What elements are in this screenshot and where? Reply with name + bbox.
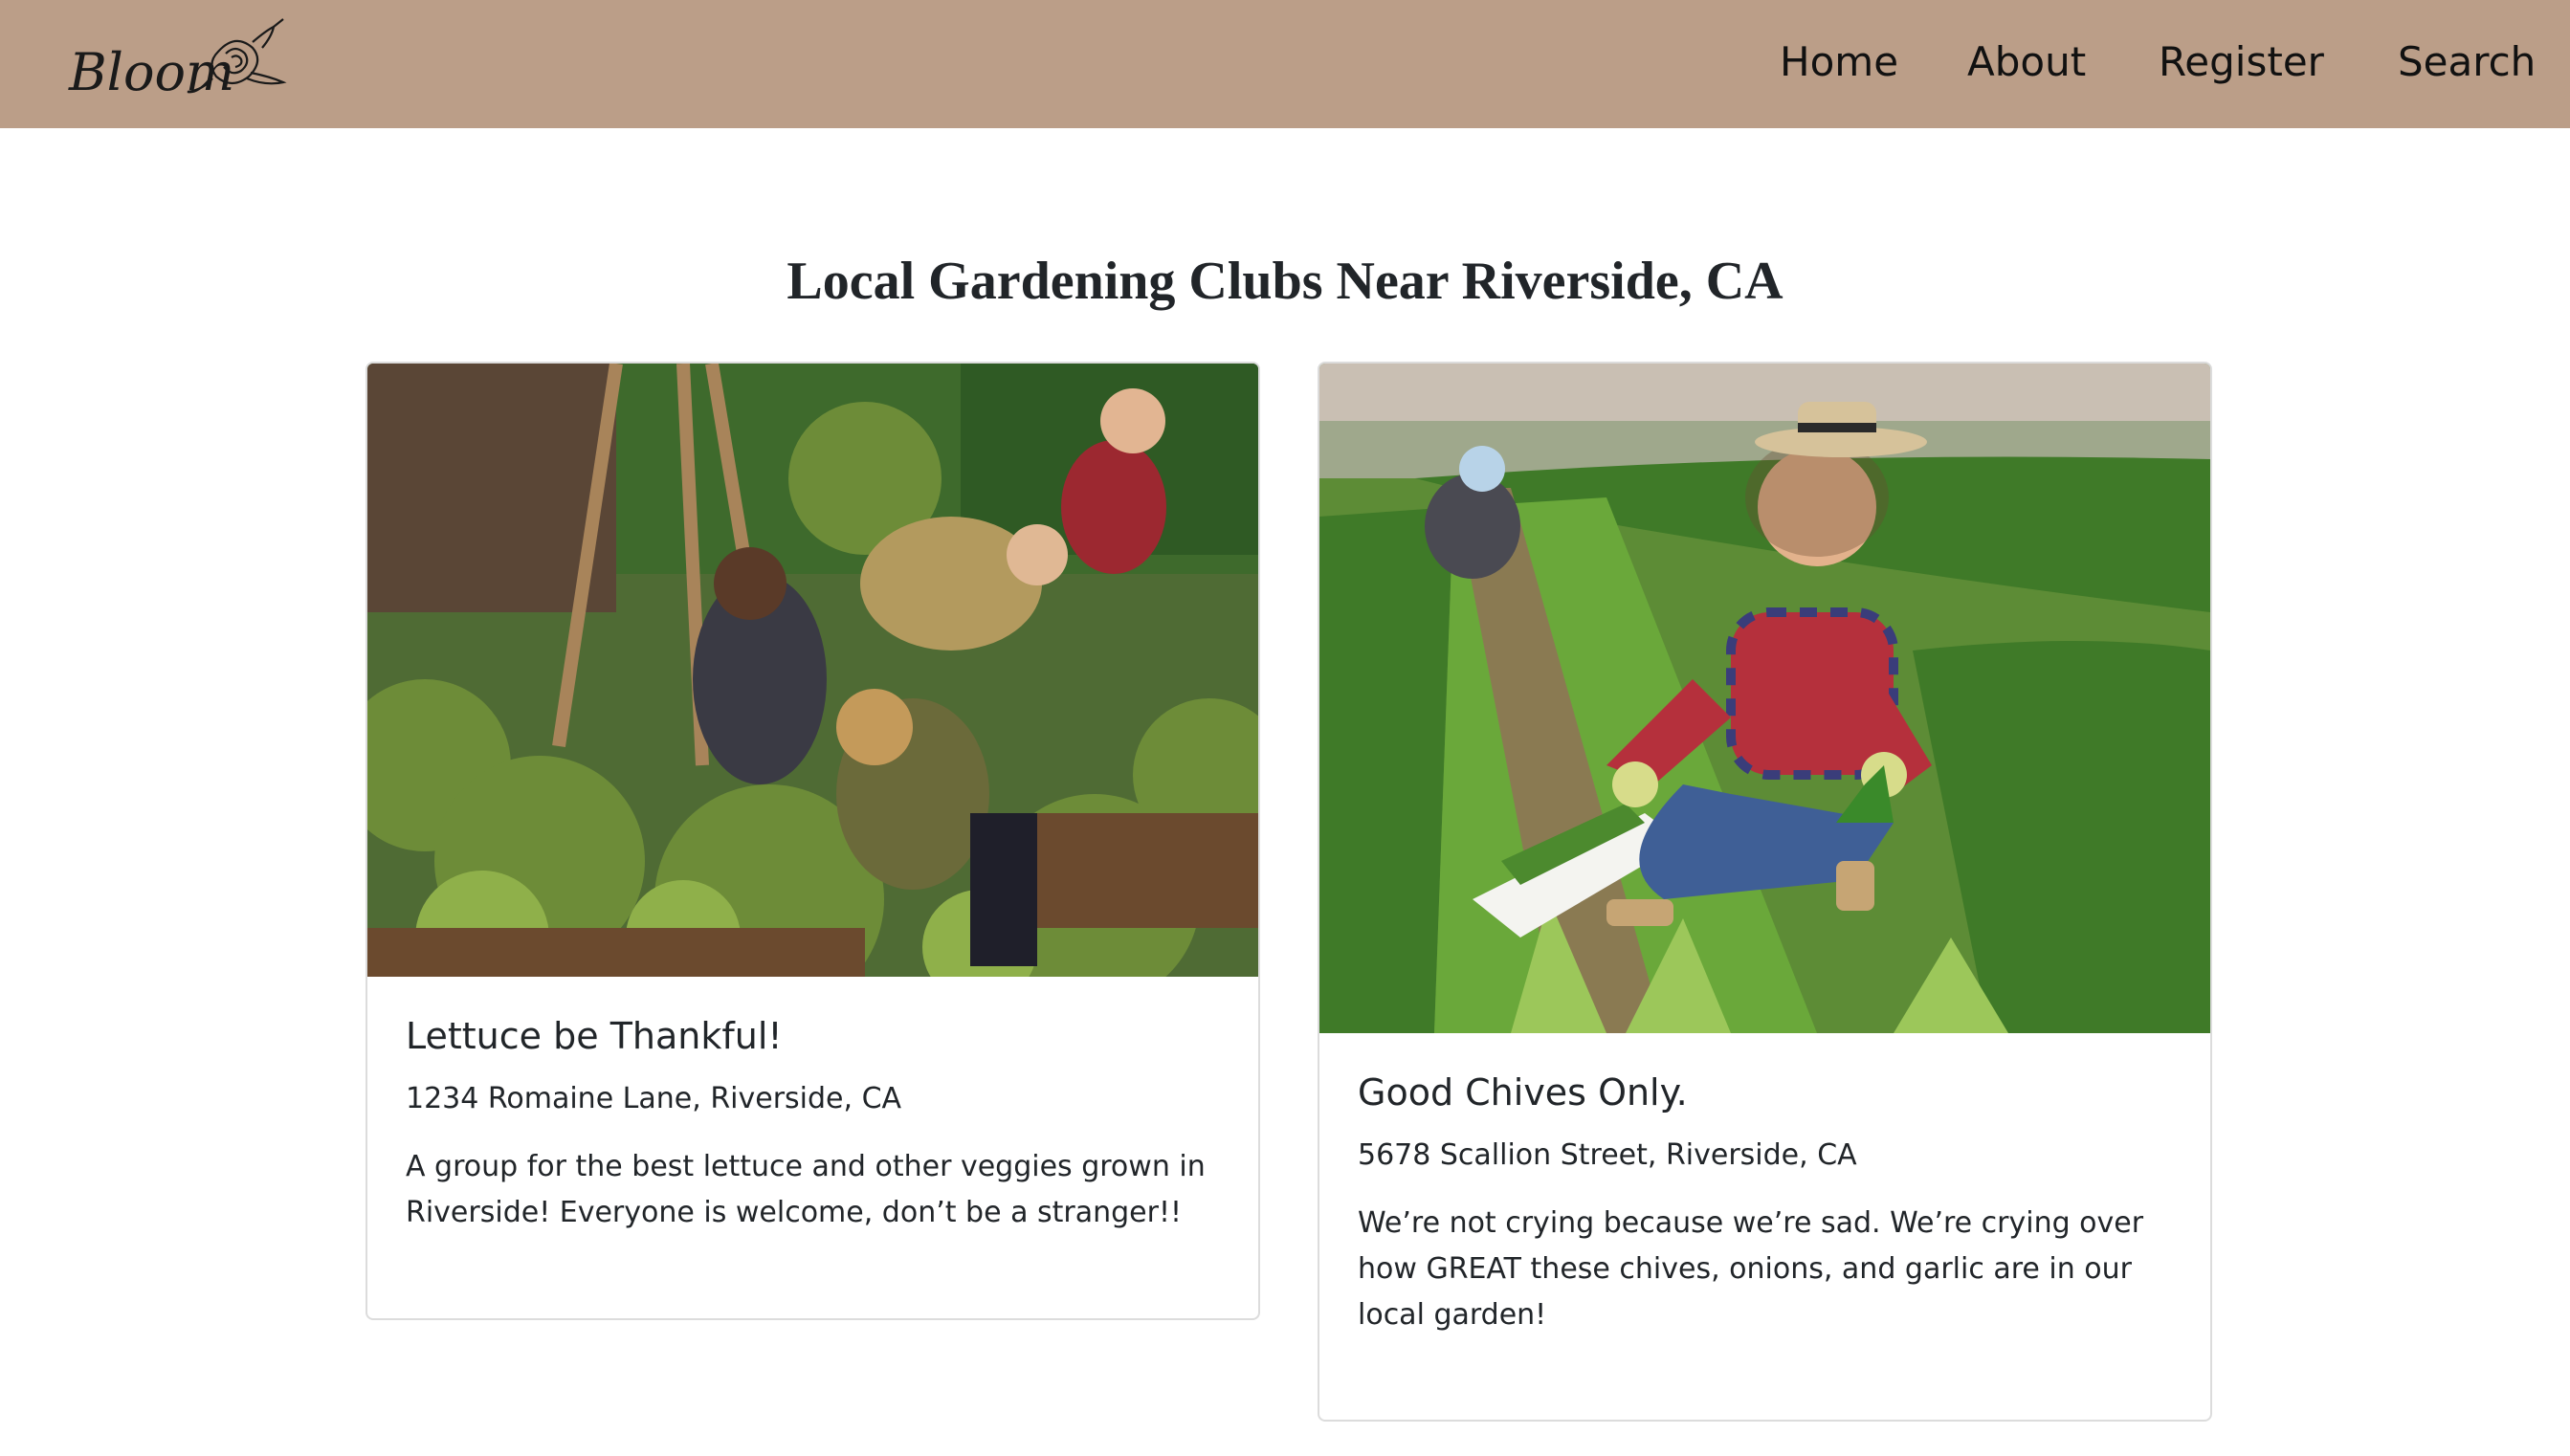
club-card-lettuce[interactable]: Lettuce be Thankful! 1234 Romaine Lane, … bbox=[366, 362, 1260, 1320]
nav-about-link[interactable]: About bbox=[1967, 38, 2086, 85]
page-title: Local Gardening Clubs Near Riverside, CA bbox=[787, 252, 1783, 311]
club-address: 5678 Scallion Street, Riverside, CA bbox=[1358, 1138, 1857, 1172]
nav-links: Home About Register Search bbox=[0, 38, 2570, 96]
club-card-body: Good Chives Only. 5678 Scallion Street, … bbox=[1319, 1033, 2210, 1338]
club-name: Good Chives Only. bbox=[1358, 1071, 1688, 1114]
nav-home-link[interactable]: Home bbox=[1780, 38, 1898, 85]
navbar: Bloom Home About Register Search bbox=[0, 0, 2570, 128]
club-card-chives[interactable]: Good Chives Only. 5678 Scallion Street, … bbox=[1318, 362, 2212, 1422]
nav-register-link[interactable]: Register bbox=[2159, 38, 2324, 85]
club-card-body: Lettuce be Thankful! 1234 Romaine Lane, … bbox=[367, 977, 1258, 1236]
club-photo-community-garden bbox=[367, 364, 1258, 977]
club-description: We’re not crying because we’re sad. We’r… bbox=[1358, 1206, 2144, 1332]
club-description: A group for the best lettuce and other v… bbox=[406, 1150, 1206, 1229]
club-name: Lettuce be Thankful! bbox=[406, 1015, 783, 1057]
nav-search-link[interactable]: Search bbox=[2398, 38, 2536, 85]
club-address: 1234 Romaine Lane, Riverside, CA bbox=[406, 1082, 902, 1115]
club-photo-farmer-chives bbox=[1319, 364, 2210, 1033]
